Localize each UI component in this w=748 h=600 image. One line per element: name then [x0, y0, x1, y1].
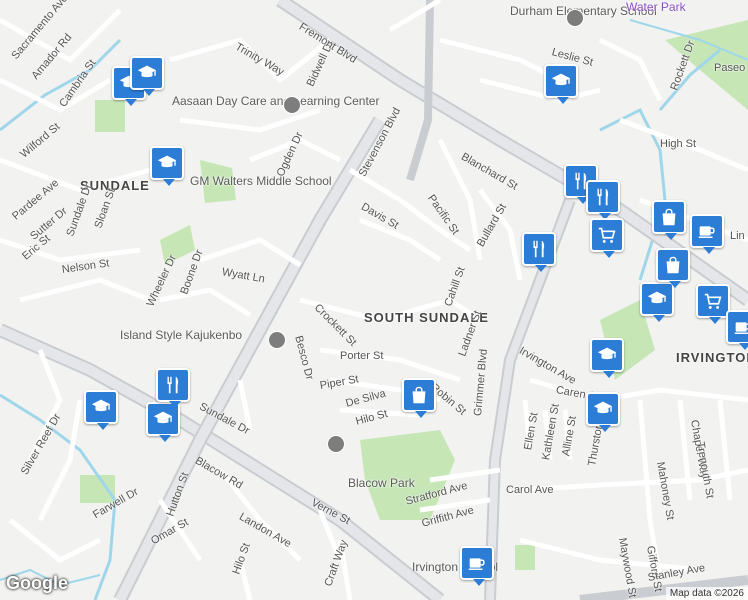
map-marker[interactable]: [652, 200, 686, 240]
poi-label[interactable]: Blacow Park: [348, 476, 415, 490]
map-marker[interactable]: [726, 310, 748, 350]
school-icon: [592, 398, 614, 420]
poi-label[interactable]: GM Walters Middle School: [190, 174, 332, 188]
map-marker[interactable]: [544, 64, 578, 104]
street-label: Porter St: [340, 350, 384, 362]
cafe-icon: [466, 552, 488, 574]
shopping-bag-icon: [662, 254, 684, 276]
poi-label[interactable]: Aasaan Day Care and Learning Center: [172, 94, 379, 108]
restaurant-icon: [592, 186, 614, 208]
map-marker[interactable]: [590, 218, 624, 258]
street-label: Lin: [730, 230, 745, 242]
street-label: Paseo: [714, 62, 746, 74]
poi-marker-icon[interactable]: [283, 96, 301, 114]
cafe-icon: [732, 316, 748, 338]
map-marker[interactable]: [586, 180, 620, 220]
map-marker[interactable]: [696, 284, 730, 324]
shopping-bag-icon: [408, 384, 430, 406]
map-marker[interactable]: [130, 56, 164, 96]
map-marker[interactable]: [590, 338, 624, 378]
map-canvas[interactable]: SUNDALE SOUTH SUNDALE IRVINGTON Durham E…: [0, 0, 748, 600]
restaurant-icon: [528, 238, 550, 260]
area-label: IRVINGTON: [676, 350, 748, 365]
map-marker[interactable]: [402, 378, 436, 418]
map-marker[interactable]: [656, 248, 690, 288]
cafe-icon: [696, 220, 718, 242]
poi-marker-icon[interactable]: [268, 331, 286, 349]
shopping-bag-icon: [658, 206, 680, 228]
street-label: Carol Ave: [506, 484, 554, 496]
school-icon: [152, 408, 174, 430]
map-attribution[interactable]: Map data ©2026: [665, 587, 748, 600]
map-marker[interactable]: [522, 232, 556, 272]
poi-marker-icon[interactable]: [566, 9, 584, 27]
map-marker[interactable]: [150, 146, 184, 186]
school-icon: [156, 152, 178, 174]
poi-label[interactable]: Island Style Kajukenbo: [120, 328, 242, 342]
google-logo[interactable]: Google: [6, 573, 68, 594]
restaurant-icon: [162, 374, 184, 396]
poi-marker-icon[interactable]: [327, 435, 345, 453]
poi-label[interactable]: Water Park: [626, 0, 686, 14]
school-icon: [596, 344, 618, 366]
map-marker[interactable]: [156, 368, 190, 408]
shopping-cart-icon: [702, 290, 724, 312]
school-icon: [550, 70, 572, 92]
map-marker[interactable]: [460, 546, 494, 586]
school-icon: [646, 288, 668, 310]
school-icon: [136, 62, 158, 84]
school-icon: [90, 396, 112, 418]
map-marker[interactable]: [84, 390, 118, 430]
shopping-cart-icon: [596, 224, 618, 246]
map-marker[interactable]: [690, 214, 724, 254]
map-marker[interactable]: [586, 392, 620, 432]
street-label: High St: [660, 138, 697, 150]
